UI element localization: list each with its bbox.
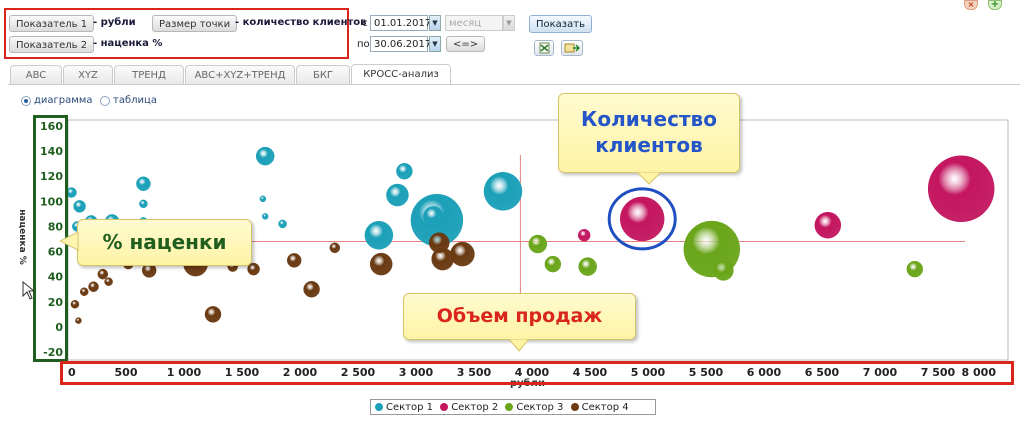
bubble-sector4[interactable]	[303, 280, 320, 298]
bubble-sector2[interactable]	[927, 155, 995, 223]
callout-client-count-line1: Количество	[581, 107, 717, 131]
bubble-sector3[interactable]	[713, 260, 734, 281]
bubble-sector1[interactable]	[136, 176, 151, 192]
bubble-sector1[interactable]	[386, 183, 409, 207]
callout-client-count-line2: клиентов	[595, 133, 703, 157]
legend-item-sector1[interactable]: Сектор 1	[375, 402, 433, 413]
legend-label-sector4: Сектор 4	[581, 402, 629, 413]
bubble-sector3[interactable]	[544, 255, 562, 273]
legend-dot-sector1	[375, 403, 383, 411]
bubble-sector1[interactable]	[255, 146, 275, 166]
legend-label-sector1: Сектор 1	[386, 402, 434, 413]
bubble-sector1[interactable]	[261, 213, 269, 220]
legend-item-sector4[interactable]: Сектор 4	[570, 402, 629, 413]
bubble-sector2[interactable]	[814, 211, 842, 239]
bubble-sector4[interactable]	[450, 241, 475, 267]
legend-item-sector3[interactable]: Сектор 3	[505, 402, 563, 413]
bubble-sector2[interactable]	[619, 196, 665, 242]
bubble-sector4[interactable]	[70, 300, 80, 309]
bubble-sector4[interactable]	[329, 242, 341, 254]
y-axis-title: наценка %	[16, 209, 27, 265]
callout-sales-pointer	[509, 339, 529, 352]
bubble-sector4[interactable]	[97, 268, 109, 280]
callout-markup-text: % наценки	[102, 230, 227, 254]
legend-dot-sector3	[505, 403, 514, 411]
bubble-chart: 160140120100806040200-20 0 500 1 000 1 500 2…	[40, 119, 1009, 379]
bubble-sector1[interactable]	[396, 162, 413, 180]
bubble-sector4[interactable]	[75, 317, 82, 324]
bubble-sector4[interactable]	[286, 253, 302, 268]
callout-markup-pointer	[60, 232, 79, 251]
legend-label-sector3: Сектор 3	[516, 402, 564, 413]
bubble-sector4[interactable]	[369, 252, 393, 276]
bubble-sector1[interactable]	[278, 219, 287, 229]
bubble-sector4[interactable]	[204, 306, 222, 323]
legend-dot-sector4	[570, 403, 579, 411]
legend-item-sector2[interactable]: Сектор 2	[440, 402, 498, 413]
bubble-sector3[interactable]	[528, 234, 548, 254]
bubble-sector4[interactable]	[88, 281, 99, 292]
bubble-sector2[interactable]	[577, 228, 591, 242]
callout-markup: % наценки	[77, 219, 252, 266]
bubble-sector1[interactable]	[139, 199, 148, 209]
bubble-sector1[interactable]	[259, 195, 267, 203]
bubble-sector3[interactable]	[906, 260, 924, 278]
bubble-sector4[interactable]	[79, 287, 89, 296]
legend-dot-sector2	[440, 403, 449, 411]
chart-legend: Сектор 1 Сектор 2 Сектор 3 Сектор 4	[370, 399, 656, 415]
mouse-cursor-icon	[22, 281, 36, 300]
callout-sales-volume: Объем продаж	[403, 293, 636, 340]
bubble-sector1[interactable]	[483, 172, 523, 211]
x-axis-highlight-box	[60, 361, 1014, 385]
callout-client-count: Количество клиентов	[558, 93, 740, 173]
bubble-sector1[interactable]	[423, 206, 444, 227]
bubble-sector1[interactable]	[73, 200, 86, 213]
legend-label-sector2: Сектор 2	[451, 402, 499, 413]
callout-sales-volume-text: Объем продаж	[436, 305, 603, 327]
bubble-sector1[interactable]	[364, 220, 394, 250]
bubble-sector4[interactable]	[104, 277, 113, 286]
bubble-sector3[interactable]	[578, 257, 597, 276]
bubble-sector4[interactable]	[428, 232, 450, 254]
callout-client-pointer	[637, 172, 661, 185]
